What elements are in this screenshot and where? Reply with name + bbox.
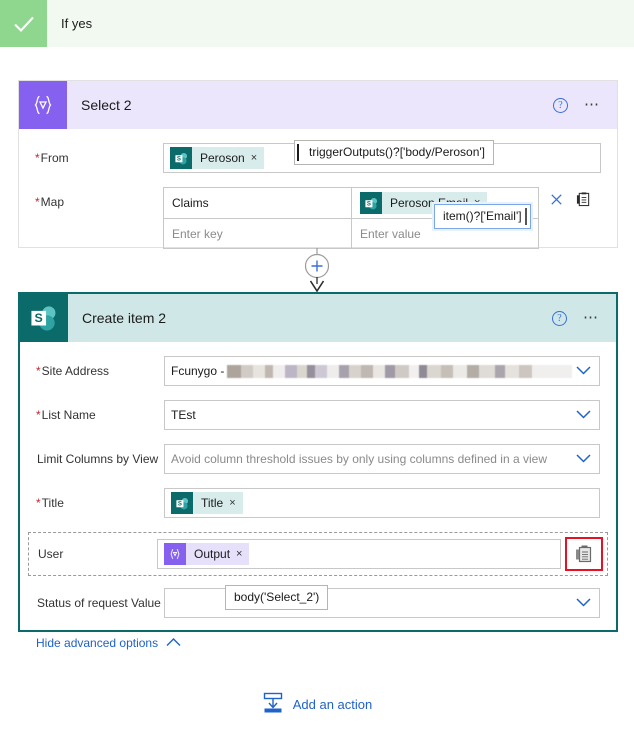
token-title[interactable]: S Title × xyxy=(171,492,243,514)
required-asterisk: * xyxy=(36,408,41,422)
token-label: Peroson xyxy=(200,151,245,165)
chevron-up-icon xyxy=(166,636,181,650)
required-asterisk: * xyxy=(36,364,41,378)
ellipsis-icon[interactable]: ⋯ xyxy=(584,97,601,112)
sharepoint-icon: S xyxy=(360,192,382,214)
svg-text:S: S xyxy=(176,155,180,162)
close-icon[interactable]: × xyxy=(251,152,264,164)
field-label-title: *Title xyxy=(36,496,64,510)
text-cursor xyxy=(525,208,527,225)
hide-advanced-options-link[interactable]: Hide advanced options xyxy=(36,636,181,650)
hide-advanced-options-label: Hide advanced options xyxy=(36,636,159,650)
title-input[interactable]: S Title × xyxy=(164,488,600,518)
select-action-icon xyxy=(19,81,67,129)
map-row-actions xyxy=(539,187,601,210)
create-card-title: Create item 2 xyxy=(82,310,167,326)
dynamic-content-icon[interactable] xyxy=(565,537,603,571)
required-asterisk: * xyxy=(35,195,40,209)
token-peroson[interactable]: S Peroson × xyxy=(170,147,265,169)
flow-designer-canvas: If yes Select 2 ? ⋯ *From S Peroson × *M… xyxy=(0,0,634,747)
add-an-action-button[interactable]: Add an action xyxy=(0,692,634,717)
list-name-value: TEst xyxy=(171,408,196,422)
required-asterisk: * xyxy=(36,496,41,510)
map-key-input-0[interactable]: Claims xyxy=(164,188,351,218)
field-label-map: *Map xyxy=(35,195,65,209)
site-address-value: Fcunygo - xyxy=(171,364,225,378)
user-input[interactable]: Output × xyxy=(157,539,561,569)
expression-tooltip-map-value: item()?['Email'] xyxy=(434,204,531,229)
site-address-dropdown[interactable]: Fcunygo - xyxy=(164,356,600,386)
redacted-site-url xyxy=(227,364,573,378)
sharepoint-icon: S xyxy=(170,147,192,169)
limit-columns-dropdown[interactable]: Avoid column threshold issues by only us… xyxy=(164,444,600,474)
chevron-down-icon[interactable] xyxy=(576,596,591,610)
field-row-user: User Output × xyxy=(28,532,608,576)
svg-text:S: S xyxy=(34,311,42,325)
expression-tooltip-from: triggerOutputs()?['body/Peroson'] xyxy=(294,140,495,165)
check-icon xyxy=(0,0,47,47)
create-card-body: *Site Address Fcunygo - *List Name TEst xyxy=(20,342,616,650)
close-icon[interactable]: × xyxy=(229,497,242,509)
create-card-header[interactable]: S Create item 2 ? ⋯ xyxy=(20,294,616,342)
help-circle-icon[interactable]: ? xyxy=(552,310,567,326)
expression-tooltip-user: body('Select_2') xyxy=(225,585,329,610)
dynamic-content-icon[interactable] xyxy=(576,191,591,210)
field-label-site-address: *Site Address xyxy=(36,364,110,378)
select-action-icon xyxy=(164,543,186,565)
close-icon[interactable]: × xyxy=(236,548,249,560)
select-card-header-actions: ? ⋯ xyxy=(553,97,601,113)
chevron-down-icon[interactable] xyxy=(576,364,591,378)
select-card-title: Select 2 xyxy=(81,97,132,113)
svg-text:S: S xyxy=(366,200,370,207)
close-x-icon[interactable] xyxy=(549,192,564,210)
field-row-title: *Title S Title × xyxy=(36,488,600,518)
token-label: Title xyxy=(201,496,224,510)
sharepoint-icon: S xyxy=(171,492,193,514)
chevron-down-icon[interactable] xyxy=(576,408,591,422)
create-card-header-actions: ? ⋯ xyxy=(552,310,600,326)
text-cursor xyxy=(297,144,299,161)
field-label-limit-columns: Limit Columns by View xyxy=(37,452,159,466)
field-row-site-address: *Site Address Fcunygo - xyxy=(36,356,600,386)
token-label: Output xyxy=(194,547,231,561)
field-label-status-of-request: Status of request Value xyxy=(37,596,161,610)
step-connector xyxy=(0,248,634,293)
help-circle-icon[interactable]: ? xyxy=(553,97,568,113)
action-card-select-2[interactable]: Select 2 ? ⋯ *From S Peroson × *Map Clai… xyxy=(18,80,618,249)
select-card-body: *From S Peroson × *Map Claims S Peroson … xyxy=(19,129,617,249)
svg-text:S: S xyxy=(177,500,181,507)
select-card-header[interactable]: Select 2 ? ⋯ xyxy=(19,81,617,129)
limit-columns-placeholder: Avoid column threshold issues by only us… xyxy=(171,452,547,466)
ellipsis-icon[interactable]: ⋯ xyxy=(583,310,600,325)
field-label-list-name: *List Name xyxy=(36,408,96,422)
chevron-down-icon[interactable] xyxy=(576,452,591,466)
add-action-label: Add an action xyxy=(292,697,373,712)
token-output[interactable]: Output × xyxy=(164,543,250,565)
list-name-dropdown[interactable]: TEst xyxy=(164,400,600,430)
field-row-limit-columns: Limit Columns by View Avoid column thres… xyxy=(36,444,600,474)
field-label-from: *From xyxy=(35,151,69,165)
sharepoint-icon: S xyxy=(20,294,68,342)
add-action-icon xyxy=(262,692,284,717)
field-label-user: User xyxy=(38,547,64,561)
action-card-create-item-2[interactable]: S Create item 2 ? ⋯ *Site Address Fcunyg… xyxy=(18,292,618,650)
map-key-input-1[interactable]: Enter key xyxy=(164,218,351,248)
field-row-list-name: *List Name TEst xyxy=(36,400,600,430)
branch-label: If yes xyxy=(61,16,93,31)
branch-header-if-yes: If yes xyxy=(0,0,634,47)
required-asterisk: * xyxy=(35,151,40,165)
